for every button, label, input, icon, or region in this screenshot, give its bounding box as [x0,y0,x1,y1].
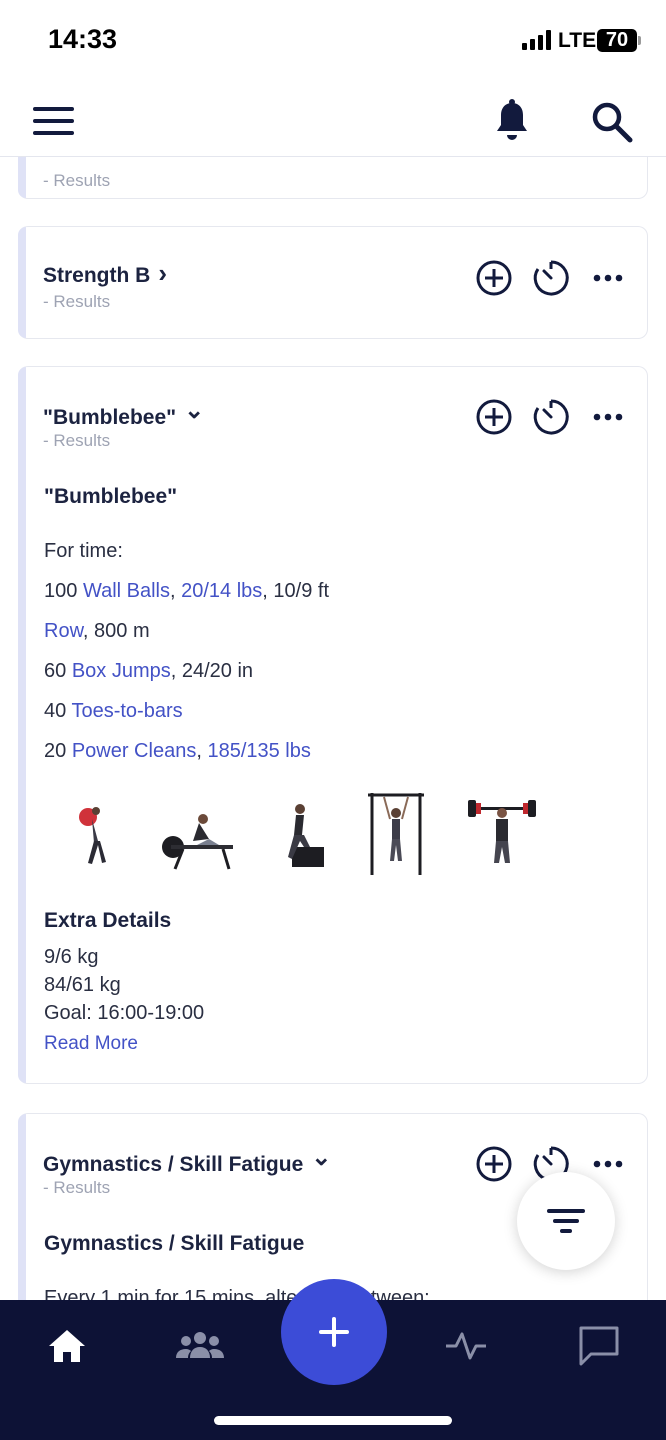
movement-link[interactable]: Toes-to-bars [71,700,182,722]
status-bar: 14:33 LTE 70 [0,0,666,80]
add-circle-icon[interactable] [474,258,514,298]
community-icon[interactable] [170,1320,230,1370]
add-circle-icon[interactable] [474,1144,514,1184]
movement-line: 60 Box Jumps, 24/20 in [44,660,254,682]
search-icon[interactable] [590,100,634,144]
wall-ball-image[interactable] [52,789,132,879]
weight-link[interactable]: 20/14 lbs [181,580,262,602]
workout-card: - Results [18,157,648,199]
workout-card-bumblebee: "Bumblebee" ⌄ - Results "Bumblebee" For t… [18,366,648,1084]
timer-icon[interactable] [531,397,571,437]
card-results-link[interactable]: - Results [43,171,110,191]
power-clean-image[interactable] [462,789,542,879]
battery-icon: 70 [597,29,637,52]
extra-detail-line: 84/61 kg [44,974,121,996]
status-time: 14:33 [48,24,118,54]
rower-image[interactable] [148,789,238,879]
add-icon [319,1317,349,1347]
card-results-link[interactable]: - Results [43,292,110,312]
bell-icon[interactable] [492,99,532,143]
movement-line: 20 Power Cleans, 185/135 lbs [44,740,311,762]
messages-icon[interactable] [569,1320,629,1370]
chevron-right-icon: › [158,258,167,288]
chevron-down-icon: ⌄ [311,1144,332,1171]
movement-link[interactable]: Power Cleans [72,740,197,762]
card-results-link[interactable]: - Results [43,431,110,451]
menu-icon[interactable] [33,107,74,135]
exercise-thumbnails [44,789,627,899]
movement-line: Row, 800 m [44,620,150,642]
more-icon[interactable] [588,397,628,437]
workout-description: "Bumblebee" For time: 100 Wall Balls, 20… [44,485,627,1055]
filter-icon [547,1209,585,1233]
battery-nub [638,36,641,45]
movement-line: 100 Wall Balls, 20/14 lbs, 10/9 ft [44,580,330,602]
card-results-link[interactable]: - Results [43,1178,110,1198]
movement-link[interactable]: Box Jumps [72,660,171,682]
card-title[interactable]: Gymnastics / Skill Fatigue ⌄ [43,1144,331,1178]
extra-detail-line: Goal: 16:00-19:00 [44,1002,205,1024]
workout-feed[interactable]: - Results Strength B › - Results "Bumbleb… [0,157,666,1300]
app-header [0,80,666,157]
network-type: LTE [558,29,597,52]
add-circle-icon[interactable] [474,397,514,437]
home-indicator [214,1416,452,1425]
more-icon[interactable] [588,258,628,298]
timer-icon[interactable] [531,258,571,298]
movement-link[interactable]: Wall Balls [83,580,170,602]
toes-to-bar-image[interactable] [356,789,436,879]
workout-card-strength: Strength B › - Results [18,226,648,339]
signal-icon [522,30,552,50]
chevron-down-icon: ⌄ [184,397,205,424]
activity-icon[interactable] [436,1320,496,1370]
extra-detail-line: 9/6 kg [44,946,99,968]
movement-line: 40 Toes-to-bars [44,700,183,722]
add-button[interactable] [281,1279,387,1385]
extra-details-heading: Extra Details [44,909,172,932]
weight-link[interactable]: 185/135 lbs [207,740,310,762]
card-title[interactable]: Strength B › [43,258,167,288]
movement-link[interactable]: Row [44,620,83,642]
home-icon[interactable] [37,1320,97,1370]
workout-name: "Bumblebee" [44,485,178,508]
filter-button[interactable] [517,1172,615,1270]
workout-intro: For time: [44,540,123,562]
box-jump-image[interactable] [254,789,334,879]
read-more-link[interactable]: Read More [44,1033,627,1055]
card-title[interactable]: "Bumblebee" ⌄ [43,397,204,431]
